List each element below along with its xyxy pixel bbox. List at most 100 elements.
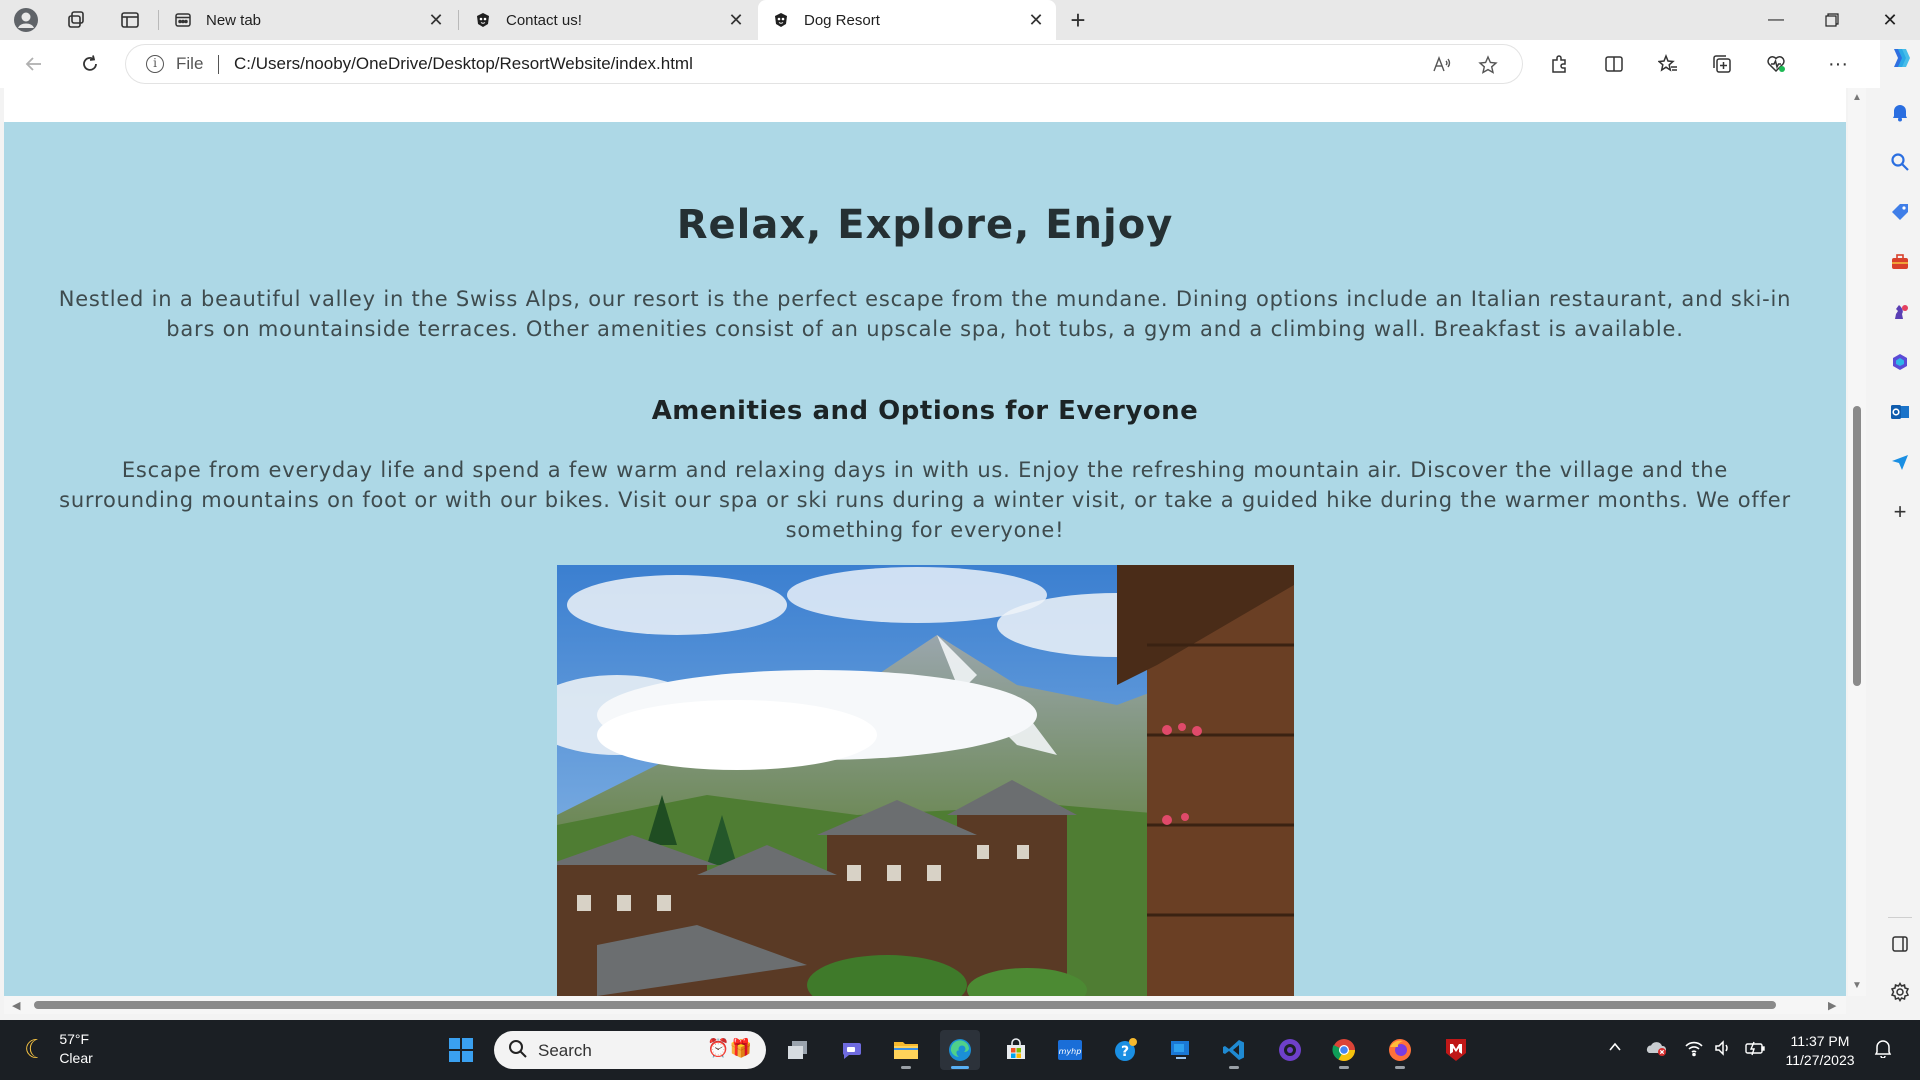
info-icon[interactable]: i xyxy=(146,55,164,73)
restore-icon[interactable] xyxy=(1804,0,1860,40)
firefox-icon[interactable] xyxy=(1380,1030,1420,1070)
tab-dog-resort[interactable]: Dog Resort ✕ xyxy=(758,0,1056,40)
show-hidden-icons-chevron-icon[interactable] xyxy=(1607,1039,1623,1060)
settings-gear-icon[interactable] xyxy=(1888,980,1912,1004)
onedrive-icon[interactable] xyxy=(1646,1039,1668,1062)
running-indicator xyxy=(1395,1066,1405,1069)
sidebar-divider xyxy=(1888,917,1912,918)
search-icon[interactable] xyxy=(1888,150,1912,174)
favorites-icon[interactable] xyxy=(1652,48,1684,80)
refresh-icon[interactable] xyxy=(74,48,106,80)
drop-send-icon[interactable] xyxy=(1888,450,1912,474)
svg-text:myhp: myhp xyxy=(1059,1047,1082,1056)
scroll-up-arrow-icon[interactable]: ▲ xyxy=(1852,92,1862,103)
newtab-icon xyxy=(174,11,192,29)
extensions-icon[interactable] xyxy=(1543,48,1575,80)
teams-chat-icon[interactable] xyxy=(832,1030,872,1070)
weather-temp: 57°F xyxy=(59,1031,90,1047)
taskbar-search[interactable]: Search ⏰🎁 xyxy=(494,1031,766,1069)
tab-separator xyxy=(458,10,459,30)
intro-paragraph: Nestled in a beautiful valley in the Swi… xyxy=(58,287,1792,341)
start-windows-icon[interactable] xyxy=(441,1030,481,1070)
alpine-village-photo xyxy=(557,565,1294,996)
page-body: Relax, Explore, Enjoy Nestled in a beaut… xyxy=(4,122,1846,996)
tab-strip: New tab ✕ Contact us! ✕ Dog Resort ✕ + —… xyxy=(0,0,1920,40)
remote-desktop-icon[interactable] xyxy=(1160,1030,1200,1070)
workspaces-icon[interactable] xyxy=(60,4,92,36)
browser-toolbar: i File C:/Users/nooby/OneDrive/Desktop/R… xyxy=(0,40,1880,88)
tools-toolbox-icon[interactable] xyxy=(1888,250,1912,274)
volume-icon[interactable] xyxy=(1714,1039,1734,1062)
wifi-icon[interactable] xyxy=(1684,1039,1704,1062)
profile-icon[interactable] xyxy=(10,4,42,36)
chrome-icon[interactable] xyxy=(1324,1030,1364,1070)
browser-essentials-icon[interactable] xyxy=(1760,48,1792,80)
scroll-left-arrow-icon[interactable]: ◀ xyxy=(12,999,20,1012)
back-arrow-icon[interactable] xyxy=(18,48,50,80)
windows-taskbar: ☾ 57°F Clear Search ⏰🎁 myhp ? 11:37 PM 1… xyxy=(0,1020,1920,1080)
read-aloud-icon[interactable] xyxy=(1430,53,1454,77)
get-help-icon[interactable]: ? xyxy=(1106,1030,1146,1070)
collections-icon[interactable] xyxy=(1706,48,1738,80)
split-screen-icon[interactable] xyxy=(1598,48,1630,80)
section-heading: Amenities and Options for Everyone xyxy=(651,396,1199,426)
address-separator xyxy=(218,55,219,74)
microsoft-365-icon[interactable] xyxy=(1888,350,1912,374)
file-explorer-icon[interactable] xyxy=(886,1030,926,1070)
tab-separator xyxy=(158,10,159,30)
taskbar-clock[interactable]: 11:37 PM 11/27/2023 xyxy=(1780,1032,1860,1070)
running-indicator xyxy=(951,1066,969,1069)
tab-actions-icon[interactable] xyxy=(114,4,146,36)
myhp-app-icon[interactable]: myhp xyxy=(1050,1030,1090,1070)
close-window-icon[interactable]: ✕ xyxy=(1862,0,1918,40)
task-view-icon[interactable] xyxy=(778,1030,818,1070)
scroll-down-arrow-icon[interactable]: ▼ xyxy=(1852,980,1862,991)
scheme-label: File xyxy=(176,54,204,73)
tab-label: Contact us! xyxy=(506,11,582,29)
paw-icon xyxy=(474,11,492,29)
svg-text:?: ? xyxy=(1121,1044,1129,1060)
mcafee-icon[interactable] xyxy=(1436,1030,1476,1070)
page-title: Relax, Explore, Enjoy xyxy=(676,202,1174,248)
outlook-icon[interactable] xyxy=(1888,400,1912,424)
scroll-right-arrow-icon[interactable]: ▶ xyxy=(1828,999,1836,1012)
horizontal-scroll-thumb[interactable] xyxy=(34,1001,1776,1009)
moon-icon: ☾ xyxy=(24,1033,48,1064)
notification-bell-icon[interactable] xyxy=(1874,1038,1892,1063)
edge-browser-icon[interactable] xyxy=(940,1030,980,1070)
search-label: Search xyxy=(538,1041,592,1060)
copilot-icon[interactable] xyxy=(1888,46,1912,70)
notification-bell-icon[interactable] xyxy=(1888,100,1912,124)
edge-sidebar: + xyxy=(1880,40,1920,1020)
address-bar[interactable]: i File C:/Users/nooby/OneDrive/Desktop/R… xyxy=(126,45,1522,83)
page-viewport: Relax, Explore, Enjoy Nestled in a beaut… xyxy=(4,88,1846,996)
clock-date: 11/27/2023 xyxy=(1785,1052,1855,1068)
close-tab-icon[interactable]: ✕ xyxy=(726,10,746,30)
add-sidebar-app-icon[interactable]: + xyxy=(1888,499,1912,524)
more-menu-icon[interactable]: ··· xyxy=(1822,48,1854,80)
hide-sidebar-icon[interactable] xyxy=(1888,932,1912,956)
search-icon xyxy=(508,1039,528,1064)
clock-time: 11:37 PM xyxy=(1790,1033,1850,1049)
favorite-star-icon[interactable] xyxy=(1476,53,1500,77)
battery-icon[interactable] xyxy=(1744,1039,1766,1062)
vscode-icon[interactable] xyxy=(1214,1030,1254,1070)
games-chess-icon[interactable] xyxy=(1888,300,1912,324)
running-indicator xyxy=(1339,1066,1349,1069)
vertical-scroll-thumb[interactable] xyxy=(1853,406,1861,686)
tab-contact-us[interactable]: Contact us! ✕ xyxy=(460,0,756,40)
running-indicator xyxy=(901,1066,911,1069)
weather-widget[interactable]: ☾ 57°F Clear xyxy=(24,1030,93,1068)
close-tab-icon[interactable]: ✕ xyxy=(1026,10,1046,30)
horizontal-scrollbar[interactable]: ◀ ▶ xyxy=(4,996,1846,1014)
shopping-tag-icon[interactable] xyxy=(1888,200,1912,224)
github-desktop-icon[interactable] xyxy=(1270,1030,1310,1070)
url-text[interactable]: C:/Users/nooby/OneDrive/Desktop/ResortWe… xyxy=(234,54,693,74)
tab-new-tab[interactable]: New tab ✕ xyxy=(160,0,456,40)
search-highlight-icon: ⏰🎁 xyxy=(707,1038,752,1058)
minimize-icon[interactable]: — xyxy=(1748,0,1804,40)
new-tab-plus-icon[interactable]: + xyxy=(1062,4,1094,36)
vertical-scrollbar[interactable]: ▲ ▼ xyxy=(1848,88,1866,996)
close-tab-icon[interactable]: ✕ xyxy=(426,10,446,30)
microsoft-store-icon[interactable] xyxy=(996,1030,1036,1070)
